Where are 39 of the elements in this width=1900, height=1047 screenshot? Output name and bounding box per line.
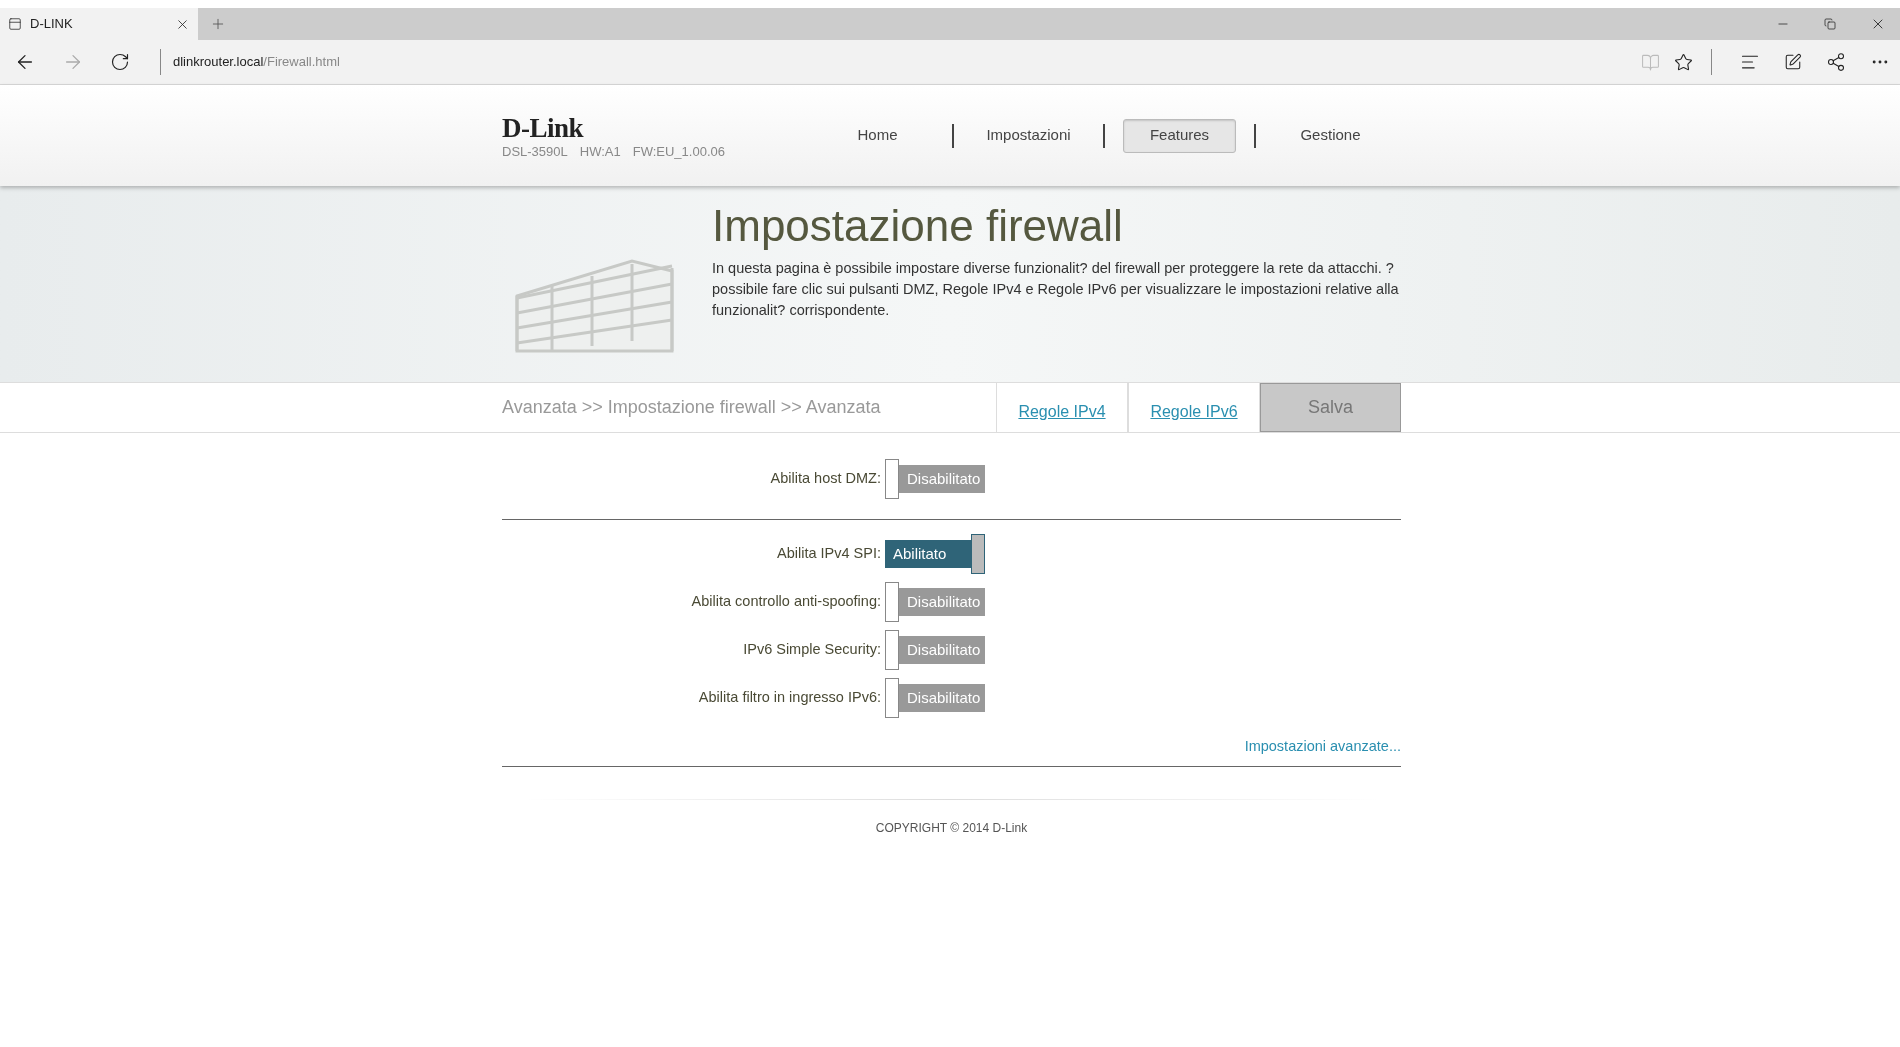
setting-label: Abilita filtro in ingresso IPv6: [697, 688, 882, 708]
toggle-switch[interactable]: Disabilitato [885, 678, 985, 718]
toggle-switch[interactable]: Disabilitato [885, 630, 985, 670]
advanced-settings-link[interactable]: Impostazioni avanzate... [1244, 736, 1401, 758]
page-description: In questa pagina è possibile impostare diverse funzionalit? del firewall per proteggere la rete da attacchi. ? possibile fare clic sui pulsanti DMZ, Regole IPv4 e Regole IPv6 per visualizzare le impostazioni relative alla funzionalit? corrispondente. [712, 259, 1400, 320]
toggle-switch[interactable]: Abilitato [885, 534, 985, 574]
rules-button[interactable]: Regole IPv4 [996, 383, 1128, 432]
toggle-switch[interactable]: Disabilitato [885, 459, 985, 499]
share-icon[interactable] [1826, 52, 1846, 72]
nav-tab[interactable]: Gestione [1274, 118, 1387, 153]
nav-tab[interactable]: Impostazioni [960, 118, 1097, 153]
hardware-version: HW:A1 [579, 142, 621, 161]
toggle-switch[interactable]: Disabilitato [885, 582, 985, 622]
toggle-label: Abilitato [885, 540, 971, 568]
setting-label: Abilita controllo anti-spoofing: [690, 592, 882, 612]
note-icon[interactable] [1784, 53, 1802, 71]
setting-label: IPv6 Simple Security: [742, 640, 882, 660]
toggle-label: Disabilitato [899, 465, 985, 493]
logo: D-Link [502, 113, 585, 142]
model-text: DSL-3590L [502, 142, 568, 161]
toggle-label: Disabilitato [899, 588, 985, 616]
refresh-icon[interactable] [110, 52, 130, 72]
breadcrumb: Avanzata >> Impostazione firewall >> Avanzata [502, 396, 882, 419]
address-field[interactable]: dlinkrouter.local/Firewall.html [173, 52, 340, 72]
nav-tab[interactable]: Home [831, 118, 924, 153]
page-title: Impostazione firewall [712, 200, 1124, 252]
restore-icon[interactable] [1824, 18, 1836, 30]
browser-tab[interactable]: D-LINK [0, 8, 198, 40]
setting-label: Abilita IPv4 SPI: [776, 544, 882, 564]
page-icon [8, 17, 22, 31]
nav-tab[interactable]: Features [1122, 118, 1237, 153]
copyright-text: COPYRIGHT © 2014 D-Link [875, 819, 1028, 837]
toggle-label: Disabilitato [899, 636, 985, 664]
toggle-label: Disabilitato [899, 684, 985, 712]
save-button[interactable]: Salva [1260, 383, 1401, 432]
firmware-version: FW:EU_1.00.06 [632, 142, 725, 161]
rules-button[interactable]: Regole IPv6 [1128, 383, 1260, 432]
favorite-star-icon[interactable] [1674, 52, 1693, 72]
setting-label: Abilita host DMZ: [769, 469, 882, 489]
